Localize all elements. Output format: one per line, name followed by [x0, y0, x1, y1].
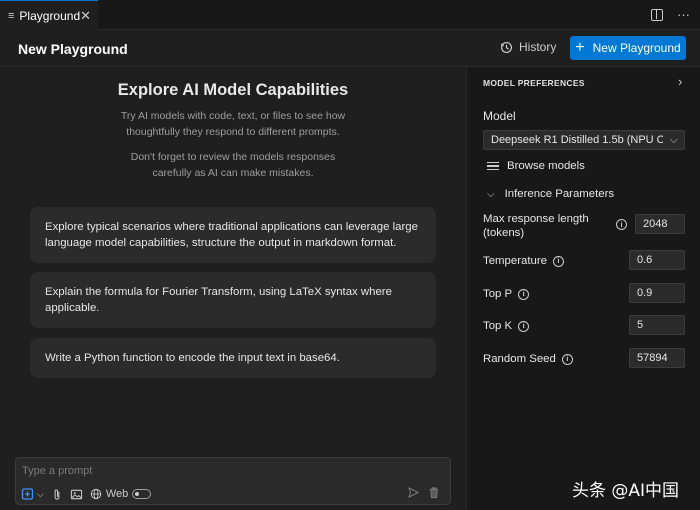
prompt-toolbar: ⌵ Web: [21, 487, 152, 501]
param-label-top-k: Top K: [483, 320, 513, 332]
web-toggle[interactable]: Web: [90, 488, 152, 500]
new-playground-button[interactable]: + New Playground: [570, 36, 686, 60]
param-label-max-response-length: Max response length (tokens): [483, 213, 589, 239]
info-icon[interactable]: i: [518, 288, 530, 300]
playground-main: Explore AI Model Capabilities Try AI mod…: [0, 67, 466, 510]
attach-context-icon: [21, 488, 34, 500]
hero-subtitle: Try AI models with code, text, or files …: [0, 108, 466, 140]
top-k-input[interactable]: [629, 315, 685, 335]
page-title: New Playground: [18, 41, 128, 57]
param-top-k: Top K i: [483, 319, 530, 333]
trash-icon[interactable]: [428, 486, 440, 499]
prompt-actions: [407, 486, 440, 499]
web-switch[interactable]: [132, 489, 152, 499]
chevron-right-icon[interactable]: ›: [678, 74, 682, 89]
hero-warning: Don't forget to review the models respon…: [0, 149, 466, 181]
prompt-box: ⌵ Web: [15, 457, 451, 505]
inference-parameters-toggle[interactable]: ⌵ Inference Parameters: [487, 188, 614, 200]
history-label: History: [519, 40, 557, 54]
param-temperature: Temperature i: [483, 254, 564, 268]
chevron-down-icon: ⌵: [37, 488, 44, 499]
param-label-top-p: Top P: [483, 288, 513, 300]
model-select[interactable]: Deepseek R1 Distilled 1.5b (NPU Optimize…: [483, 130, 685, 150]
param-random-seed: Random Seed i: [483, 352, 573, 366]
hero-warning-text: Don't forget to review the models respon…: [130, 151, 336, 179]
history-button[interactable]: History: [500, 40, 556, 54]
temperature-input[interactable]: [629, 250, 685, 270]
top-p-input[interactable]: [629, 283, 685, 303]
image-icon[interactable]: [70, 488, 83, 501]
page-header: New Playground History + New Playground: [0, 31, 700, 67]
info-icon[interactable]: i: [552, 255, 564, 267]
param-label-random-seed: Random Seed: [483, 353, 556, 365]
web-label: Web: [105, 488, 129, 500]
history-icon: [500, 41, 513, 53]
hero-subtitle-text: Try AI models with code, text, or files …: [120, 110, 346, 138]
suggestion-text: Explain the formula for Fourier Transfor…: [45, 286, 392, 314]
watermark: 头条 @AI中国: [572, 481, 680, 501]
new-playground-label: New Playground: [592, 41, 681, 55]
send-icon[interactable]: [407, 486, 420, 499]
tab-playground[interactable]: ≡ Playground ✕: [0, 0, 98, 30]
hero-title: Explore AI Model Capabilities: [117, 81, 349, 99]
list-icon: [487, 160, 499, 172]
more-actions-icon[interactable]: ···: [677, 7, 690, 22]
info-icon[interactable]: i: [561, 353, 573, 365]
globe-icon: [90, 488, 102, 500]
max-response-length-input[interactable]: [635, 214, 685, 234]
browse-models-link[interactable]: Browse models: [487, 160, 585, 172]
suggestion-text: Write a Python function to encode the in…: [45, 352, 340, 364]
attach-selector[interactable]: ⌵: [21, 487, 44, 501]
suggestion-text: Explore typical scenarios where traditio…: [45, 221, 418, 249]
panel-heading: MODEL PREFERENCES: [483, 78, 585, 88]
paperclip-icon[interactable]: [51, 488, 63, 501]
plus-icon: +: [575, 39, 585, 56]
tab-bar: ≡ Playground ✕ ···: [0, 0, 700, 30]
close-icon[interactable]: ✕: [80, 8, 91, 24]
chevron-down-icon: ⌵: [487, 188, 495, 200]
list-icon: ≡: [8, 9, 15, 22]
model-label: Model: [483, 109, 516, 123]
model-select-value: Deepseek R1 Distilled 1.5b (NPU Optimize…: [491, 134, 663, 146]
tab-label: Playground: [19, 8, 81, 23]
random-seed-input[interactable]: [629, 348, 685, 368]
suggestion-card[interactable]: Explain the formula for Fourier Transfor…: [30, 272, 436, 328]
suggestion-card[interactable]: Write a Python function to encode the in…: [30, 338, 436, 378]
model-preferences-panel: MODEL PREFERENCES › Model Deepseek R1 Di…: [466, 67, 700, 510]
info-icon[interactable]: i: [616, 219, 627, 230]
suggestion-card[interactable]: Explore typical scenarios where traditio…: [30, 207, 436, 263]
editor-actions: ···: [651, 7, 690, 22]
param-top-p: Top P i: [483, 287, 530, 301]
inference-parameters-label: Inference Parameters: [504, 188, 615, 200]
chevron-down-icon: ⌵: [669, 134, 678, 146]
browse-models-label: Browse models: [507, 160, 585, 172]
info-icon[interactable]: i: [518, 320, 530, 332]
param-label-temperature: Temperature: [483, 255, 547, 267]
prompt-input[interactable]: [22, 463, 442, 479]
split-editor-icon[interactable]: [651, 9, 663, 21]
